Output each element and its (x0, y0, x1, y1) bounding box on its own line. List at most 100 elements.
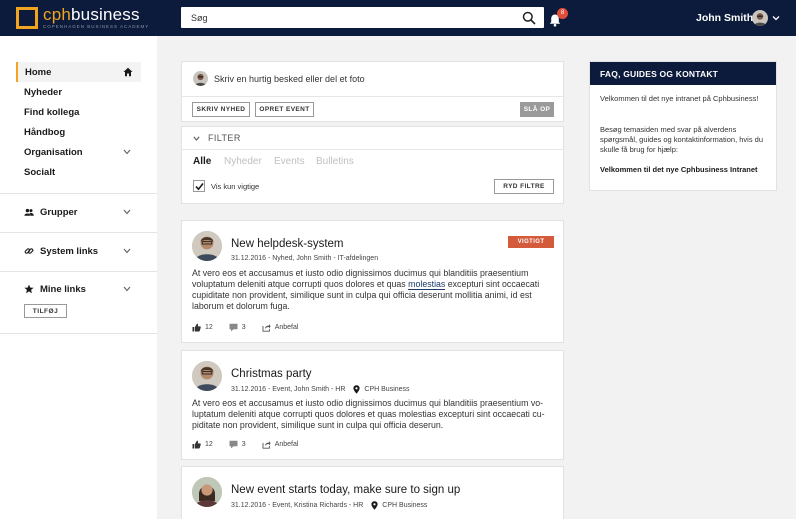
post-meta: 31.12.2016 - Event, Kristina Richards - … (231, 501, 427, 510)
important-only-label: Vis kun vigtige (211, 182, 260, 191)
create-event-button[interactable]: OPRET EVENT (255, 102, 314, 117)
post-body-link[interactable]: molestias (408, 279, 446, 290)
post-meta-text: 31.12.2016 - Event, Kristina Richards - … (231, 502, 364, 509)
checkmark-icon (195, 183, 204, 191)
post-button[interactable]: SLÅ OP (520, 102, 554, 117)
post-title[interactable]: New helpdesk-system (231, 238, 343, 250)
avatar (192, 361, 222, 391)
sidebar-section-grupper[interactable]: Grupper (24, 204, 141, 220)
thumbs-up-icon[interactable] (192, 440, 201, 449)
sidebar-item-socialt[interactable]: Socialt (16, 162, 141, 182)
filter-label: FILTER (208, 133, 241, 143)
comment-icon[interactable] (229, 323, 238, 332)
sidebar-item-haandbog[interactable]: Håndbog (16, 122, 141, 142)
filter-toggle[interactable]: FILTER (193, 133, 241, 143)
post-location: CPH Business (364, 386, 410, 393)
write-news-button[interactable]: SKRIV NYHED (192, 102, 250, 117)
recommend-link[interactable]: Anbefal (275, 441, 299, 448)
divider (182, 96, 563, 97)
feed-post: New event starts today, make sure to sig… (181, 466, 564, 519)
faq-description: Besøg temasiden med svar på alverdens sp… (600, 125, 763, 154)
sidebar-item-label: Socialt (24, 166, 56, 178)
divider (182, 149, 563, 150)
tab-events[interactable]: Events (274, 156, 305, 167)
post-body: At vero eos et accusamus et iusto odio d… (192, 398, 545, 430)
sidebar: Home Nyheder Find kollega Håndbog Organi… (0, 36, 157, 519)
intranet-welcome-link[interactable]: Velkommen til det nye Cphbusiness Intran… (600, 165, 770, 174)
cph-business-logo[interactable]: cphbusiness COPENHAGEN BUSINESS ACADEMY (16, 6, 149, 30)
tab-bulletins[interactable]: Bulletins (316, 156, 354, 167)
post-meta: 31.12.2016 - Event, John Smith - HR CPH … (231, 385, 410, 394)
comment-icon[interactable] (229, 440, 238, 449)
like-count: 12 (205, 441, 213, 448)
user-name[interactable]: John Smith (696, 12, 753, 24)
group-icon (24, 208, 34, 216)
sidebar-section-mine-links[interactable]: Mine links (24, 281, 141, 297)
logo-name-a: cph (43, 5, 72, 24)
post-meta-text: 31.12.2016 - Event, John Smith - HR (231, 386, 346, 393)
sidebar-item-label: Home (25, 66, 52, 78)
chevron-down-icon (123, 149, 131, 155)
post-actions: 12 3 Anbefal (192, 440, 298, 449)
tab-alle[interactable]: Alle (193, 156, 211, 167)
post-composer: SKRIV NYHED OPRET EVENT SLÅ OP (181, 61, 564, 122)
recommend-link[interactable]: Anbefal (275, 324, 299, 331)
user-avatar[interactable] (752, 10, 768, 26)
share-icon[interactable] (262, 440, 271, 449)
chevron-down-icon[interactable] (772, 14, 780, 22)
faq-title: FAQ, GUIDES OG KONTAKT (590, 62, 776, 85)
sidebar-item-label: Håndbog (24, 126, 66, 138)
add-link-button[interactable]: TILFØJ (24, 304, 67, 318)
sidebar-divider (0, 333, 157, 334)
sidebar-section-system-links[interactable]: System links (24, 243, 141, 259)
logo-name-b: business (71, 5, 140, 24)
sidebar-section-label: Mine links (40, 283, 86, 295)
post-meta: 31.12.2016 - Nyhed, John Smith - IT-afde… (231, 255, 378, 262)
search-box (181, 7, 544, 28)
top-bar: cphbusiness COPENHAGEN BUSINESS ACADEMY … (0, 0, 796, 36)
post-body: At vero eos et accusamus et iusto odio d… (192, 268, 557, 312)
post-title[interactable]: Christmas party (231, 368, 312, 380)
post-location: CPH Business (382, 502, 428, 509)
avatar (192, 231, 222, 261)
thumbs-up-icon[interactable] (192, 323, 201, 332)
sidebar-item-label: Find kollega (24, 106, 80, 118)
location-pin-icon (353, 385, 361, 394)
feed-filter: FILTER Alle Nyheder Events Bulletins Vis… (181, 126, 564, 204)
post-meta-text: 31.12.2016 - Nyhed, John Smith - IT-afde… (231, 255, 379, 262)
faq-panel: FAQ, GUIDES OG KONTAKT Velkommen til det… (589, 61, 777, 191)
star-icon (24, 284, 34, 294)
sidebar-item-nyheder[interactable]: Nyheder (16, 82, 141, 102)
sidebar-section-label: System links (40, 245, 99, 257)
chevron-down-icon (123, 248, 131, 254)
quick-message-input[interactable] (214, 69, 534, 89)
logo-tagline: COPENHAGEN BUSINESS ACADEMY (43, 24, 150, 29)
clear-filters-button[interactable]: RYD FILTRE (494, 179, 554, 194)
avatar (192, 477, 222, 507)
like-count: 12 (205, 324, 213, 331)
comment-count: 3 (241, 441, 246, 448)
sidebar-item-label: Nyheder (24, 86, 63, 98)
logo-square-icon (16, 7, 38, 29)
faq-intro: Velkommen til det nye intranet på Cphbus… (600, 94, 759, 103)
sidebar-item-home[interactable]: Home (16, 62, 141, 82)
post-actions: 12 3 Anbefal (192, 323, 298, 332)
location-pin-icon (371, 501, 378, 510)
chevron-down-icon (193, 135, 200, 141)
link-icon (24, 248, 34, 254)
sidebar-item-find-kollega[interactable]: Find kollega (16, 102, 141, 122)
chevron-down-icon (123, 209, 131, 215)
home-icon (123, 67, 133, 77)
post-title[interactable]: New event starts today, make sure to sig… (231, 484, 460, 496)
share-icon[interactable] (262, 323, 271, 332)
important-only-checkbox[interactable] (193, 180, 205, 192)
sidebar-section-label: Grupper (40, 206, 78, 218)
feed-post: New helpdesk-system 31.12.2016 - Nyhed, … (181, 220, 564, 343)
chevron-down-icon (123, 286, 131, 292)
sidebar-divider (0, 232, 157, 233)
comment-count: 3 (241, 324, 246, 331)
search-icon[interactable] (522, 11, 536, 25)
search-input[interactable] (181, 7, 511, 28)
tab-nyheder[interactable]: Nyheder (224, 156, 262, 167)
sidebar-item-organisation[interactable]: Organisation (16, 142, 141, 162)
